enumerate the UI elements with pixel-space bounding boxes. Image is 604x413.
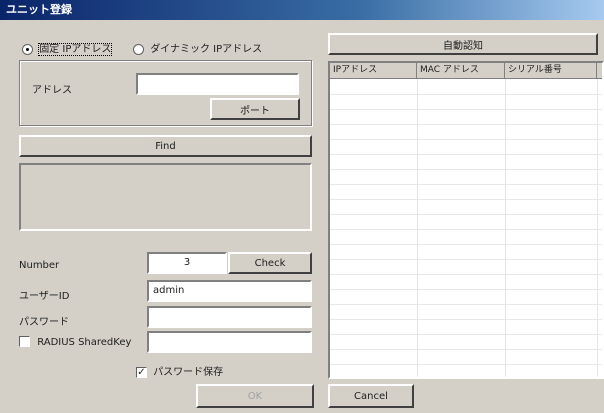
user-id-label: ユーザーID <box>19 291 70 302</box>
radio-dynamic-ip[interactable]: ダイナミック IPアドレス <box>133 40 262 55</box>
column-header-mac[interactable]: MAC アドレス <box>417 63 505 79</box>
row-divider <box>330 154 602 155</box>
radio-fixed-ip[interactable]: 固定 IPアドレス <box>22 40 113 56</box>
radius-checkbox[interactable]: RADIUS SharedKey <box>19 336 131 348</box>
row-divider <box>330 304 602 305</box>
row-divider <box>330 349 602 350</box>
address-input[interactable] <box>136 73 299 95</box>
row-divider <box>330 274 602 275</box>
row-divider <box>330 169 602 170</box>
radio-fixed-ip-indicator[interactable] <box>22 43 33 55</box>
row-divider <box>330 364 602 365</box>
number-input[interactable]: 3 <box>147 252 227 274</box>
status-area <box>19 163 312 231</box>
column-header-extra[interactable] <box>597 63 602 79</box>
find-button[interactable]: Find <box>19 135 312 157</box>
row-divider <box>330 319 602 320</box>
row-divider <box>330 139 602 140</box>
radio-dynamic-ip-label: ダイナミック IPアドレス <box>150 44 263 55</box>
window-title-bar[interactable]: ユニット登録 <box>0 0 604 20</box>
row-divider <box>330 289 602 290</box>
row-divider <box>330 184 602 185</box>
column-header-serial[interactable]: シリアル番号 <box>505 63 597 79</box>
cancel-button[interactable]: Cancel <box>328 384 414 408</box>
row-divider <box>330 199 602 200</box>
row-divider <box>330 259 602 260</box>
radius-sharedkey-input[interactable] <box>147 331 312 353</box>
auto-detect-button[interactable]: 自動認知 <box>328 33 598 55</box>
save-password-label: パスワード保存 <box>153 367 224 378</box>
number-label: Number <box>19 260 60 271</box>
row-divider <box>330 244 602 245</box>
save-password-checkbox[interactable]: ✓ パスワード保存 <box>136 363 223 378</box>
radio-fixed-ip-label: 固定 IPアドレス <box>38 43 113 56</box>
password-label: パスワード <box>19 317 69 328</box>
address-label: アドレス <box>32 85 72 96</box>
radio-dynamic-ip-indicator[interactable] <box>133 43 144 55</box>
check-button[interactable]: Check <box>228 252 312 274</box>
ok-button[interactable]: OK <box>196 384 314 408</box>
row-divider <box>330 214 602 215</box>
save-password-checkbox-box[interactable]: ✓ <box>136 366 147 378</box>
password-input[interactable] <box>147 306 312 328</box>
row-divider <box>330 94 602 95</box>
user-id-input[interactable]: admin <box>147 280 312 302</box>
radius-checkbox-box[interactable] <box>19 336 30 347</box>
row-divider <box>330 109 602 110</box>
radius-label: RADIUS SharedKey <box>37 336 132 348</box>
row-divider <box>330 124 602 125</box>
unit-list[interactable]: IPアドレス MAC アドレス シリアル番号 <box>328 61 604 379</box>
window-title: ユニット登録 <box>6 3 72 16</box>
row-divider <box>330 229 602 230</box>
row-divider <box>330 334 602 335</box>
column-header-ip[interactable]: IPアドレス <box>330 63 417 79</box>
port-button[interactable]: ポート <box>210 98 300 120</box>
